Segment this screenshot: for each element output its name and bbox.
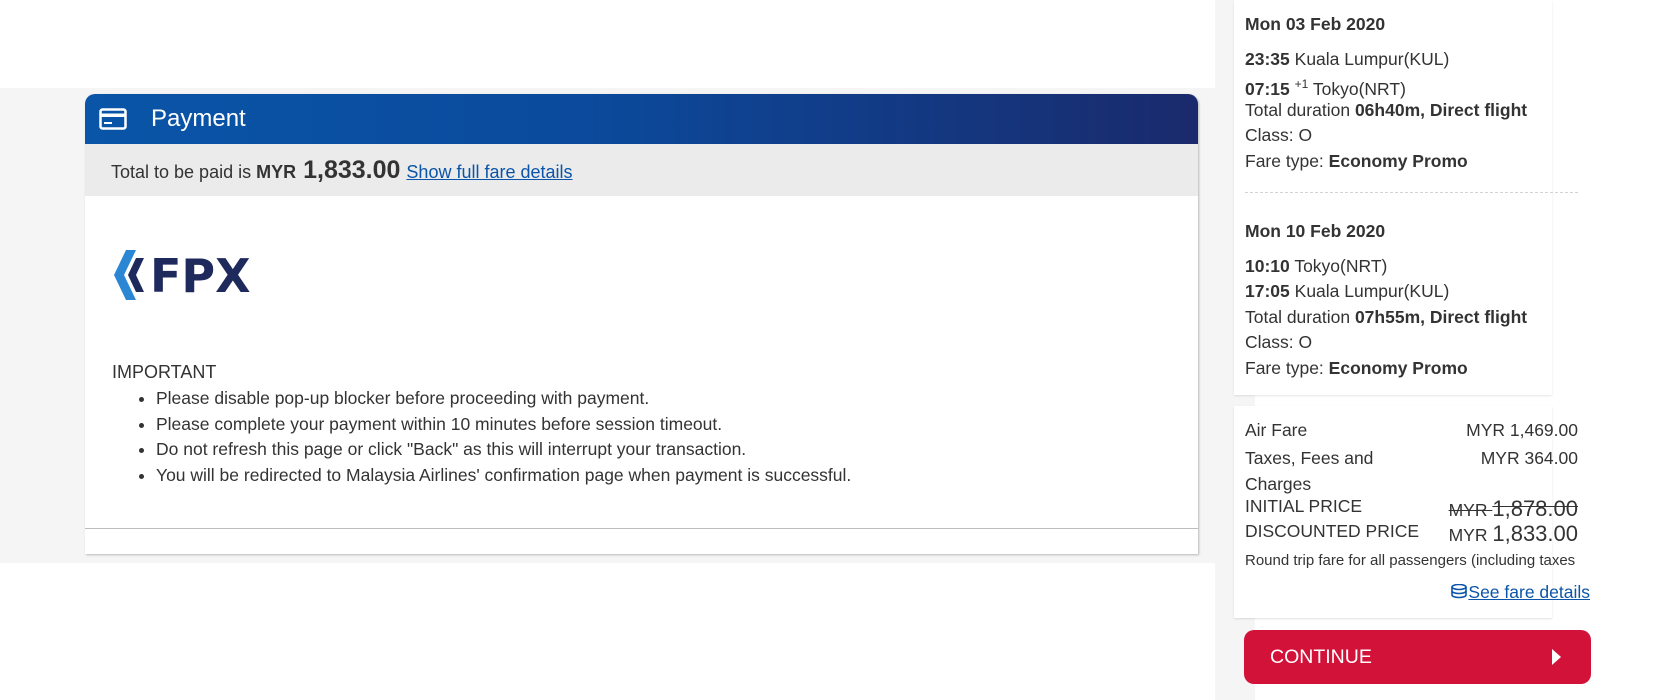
initial-price-value: 1,878.00	[1492, 496, 1578, 521]
total-prefix: Total to be paid is	[111, 162, 252, 182]
fare-type-label: Fare type:	[1245, 357, 1324, 378]
inbound-fare-type: Economy Promo	[1328, 357, 1468, 378]
duration-label: Total duration	[1245, 99, 1351, 120]
discounted-price-value: 1,833.00	[1492, 521, 1578, 546]
discounted-currency: MYR	[1448, 525, 1488, 545]
payment-title: Payment	[151, 105, 246, 132]
initial-price-row: INITIAL PRICE MYR 1,878.00	[1245, 496, 1578, 521]
inbound-dep-place: Tokyo(NRT)	[1294, 255, 1388, 276]
important-heading: IMPORTANT	[112, 362, 217, 382]
itinerary-card: Mon 03 Feb 2020 23:35 Kuala Lumpur(KUL) …	[1234, 0, 1578, 395]
coins-icon	[1450, 583, 1468, 605]
divider	[85, 528, 1198, 529]
inbound-duration: 07h55m, Direct flight	[1354, 306, 1528, 327]
list-item: Please complete your payment within 10 m…	[156, 412, 851, 438]
list-item: Do not refresh this page or click "Back"…	[156, 437, 851, 463]
caret-right-icon	[1552, 649, 1561, 665]
flight-divider	[1245, 192, 1578, 193]
fpx-logo-text: FPX	[150, 249, 251, 303]
taxes-label-line2: Charges	[1245, 473, 1312, 494]
list-item: Please disable pop-up blocker before pro…	[156, 386, 851, 412]
air-fare-row: Air Fare MYR 1,469.00	[1245, 420, 1578, 441]
class-label: Class:	[1245, 332, 1294, 352]
outbound-class: O	[1298, 125, 1313, 145]
credit-card-icon	[99, 108, 127, 130]
taxes-value: MYR 364.00	[1480, 448, 1578, 468]
list-item: You will be redirected to Malaysia Airli…	[156, 463, 851, 489]
duration-label: Total duration	[1245, 306, 1351, 327]
outbound-dep-place: Kuala Lumpur(KUL)	[1294, 48, 1450, 69]
show-full-fare-details-link[interactable]: Show full fare details	[406, 146, 572, 198]
inbound-class: O	[1298, 332, 1313, 352]
fare-type-label: Fare type:	[1245, 150, 1324, 171]
air-fare-value: MYR 1,469.00	[1466, 420, 1578, 440]
outbound-flight: Mon 03 Feb 2020 23:35 Kuala Lumpur(KUL) …	[1245, 12, 1527, 174]
initial-price: MYR 1,878.00	[1449, 496, 1578, 522]
outbound-arr-place: Tokyo(NRT)	[1312, 78, 1406, 99]
discounted-price: MYR 1,833.00	[1449, 521, 1578, 547]
see-fare-details-link[interactable]: See fare details	[1450, 582, 1590, 605]
payment-panel: Payment Total to be paid is MYR 1,833.00…	[85, 94, 1198, 554]
class-label: Class:	[1245, 125, 1294, 145]
initial-price-label: INITIAL PRICE	[1245, 496, 1363, 516]
discounted-price-row: DISCOUNTED PRICE MYR 1,833.00	[1245, 521, 1578, 546]
outbound-arr-time: 07:15	[1245, 78, 1290, 99]
day-offset: +1	[1294, 77, 1309, 91]
inbound-arr-place: Kuala Lumpur(KUL)	[1294, 281, 1450, 301]
outbound-date: Mon 03 Feb 2020	[1245, 14, 1386, 34]
inbound-flight: Mon 10 Feb 2020 10:10 Tokyo(NRT) 17:05 K…	[1245, 219, 1527, 381]
payment-header: Payment	[85, 94, 1198, 144]
outbound-fare-type: Economy Promo	[1328, 150, 1468, 171]
total-to-pay: Total to be paid is MYR 1,833.00 Show fu…	[85, 144, 1198, 196]
air-fare-label: Air Fare	[1245, 420, 1308, 440]
fpx-logo: FPX	[112, 246, 277, 309]
important-list: Please disable pop-up blocker before pro…	[136, 386, 851, 488]
inbound-date: Mon 10 Feb 2020	[1245, 221, 1386, 241]
inbound-dep-time: 10:10	[1245, 255, 1290, 276]
outbound-dep-time: 23:35	[1245, 48, 1290, 69]
continue-button[interactable]: CONTINUE	[1244, 630, 1591, 684]
fare-note: Round trip fare for all passengers (incl…	[1245, 552, 1576, 569]
total-currency: MYR	[256, 162, 297, 182]
total-amount: 1,833.00	[303, 156, 401, 184]
outbound-duration: 06h40m, Direct flight	[1354, 99, 1528, 120]
fare-summary: Air Fare MYR 1,469.00 Taxes, Fees and Ch…	[1234, 406, 1590, 618]
discounted-price-label: DISCOUNTED PRICE	[1245, 521, 1420, 541]
see-fare-details-label: See fare details	[1468, 582, 1590, 602]
taxes-row: Taxes, Fees and Charges MYR 364.00	[1245, 446, 1578, 497]
initial-currency: MYR	[1448, 500, 1488, 520]
inbound-arr-time: 17:05	[1245, 281, 1290, 301]
continue-label: CONTINUE	[1270, 645, 1372, 668]
